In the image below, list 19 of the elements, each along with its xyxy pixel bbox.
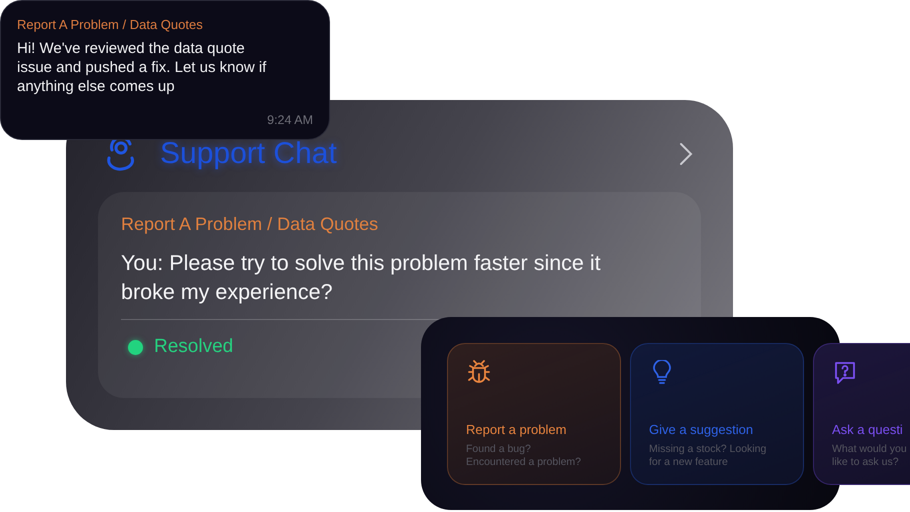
status-label: Resolved — [154, 336, 234, 358]
option-description: Missing a stock? Looking for a new feature — [649, 443, 766, 469]
question-bubble-icon — [832, 360, 858, 386]
message-category: Report A Problem / Data Quotes — [17, 17, 204, 32]
message-time: 9:24 AM — [267, 113, 313, 127]
option-card[interactable]: Give a suggestion Missing a stock? Looking for a new feature — [630, 343, 804, 485]
option-description: What would you like to ask us? — [832, 443, 907, 469]
bug-icon — [466, 360, 492, 386]
option-title: Give a suggestion — [649, 422, 754, 437]
option-card[interactable]: Ask a questi What would you like to ask us? — [813, 343, 910, 485]
option-title: Ask a questi — [832, 422, 904, 437]
message-text: Hi! We've reviewed the data quote issue and pushed a fix. Let us know if anything else comes up — [17, 39, 268, 96]
chevron-right-icon[interactable] — [679, 142, 693, 166]
ticket-category: Report A Problem / Data Quotes — [121, 214, 380, 235]
ticket-message: You: Please try to solve this problem faster since it broke my experience? — [121, 250, 602, 306]
option-title: Report a problem — [466, 422, 568, 437]
option-card[interactable]: Report a problem Found a bug? Encountered a problem? — [447, 343, 621, 485]
option-description: Found a bug? Encountered a problem? — [466, 443, 581, 469]
chat-title: Support Chat — [160, 137, 338, 171]
